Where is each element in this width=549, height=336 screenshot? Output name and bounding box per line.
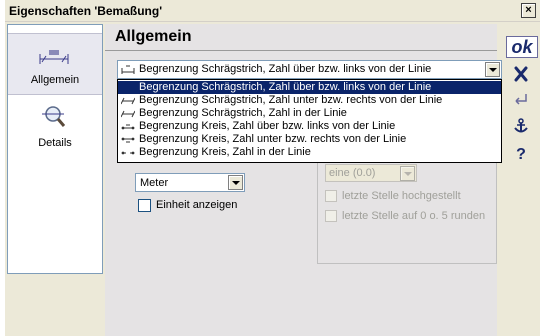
slash-dimension-icon xyxy=(121,97,135,105)
dropdown-button[interactable] xyxy=(400,166,415,181)
title-bar: Eigenschaften 'Bemaßung' × xyxy=(5,0,540,22)
help-button[interactable]: ? xyxy=(510,146,532,166)
circle-dimension-icon xyxy=(121,137,135,143)
dropdown-option[interactable]: Begrenzung Kreis, Zahl über bzw. links v… xyxy=(118,120,501,133)
round-label: letzte Stelle auf 0 o. 5 runden xyxy=(342,210,486,222)
superscript-label: letzte Stelle hochgestellt xyxy=(342,190,461,202)
circle-dimension-icon xyxy=(121,124,135,130)
superscript-checkbox[interactable] xyxy=(325,190,337,202)
dimension-style-icon xyxy=(121,65,135,74)
cancel-icon xyxy=(514,66,528,82)
dropdown-button[interactable] xyxy=(228,175,243,190)
enter-button[interactable] xyxy=(510,92,532,112)
window-title: Eigenschaften 'Bemaßung' xyxy=(9,4,163,18)
close-icon: × xyxy=(525,4,532,16)
help-icon: ? xyxy=(516,146,526,163)
circle-dimension-icon xyxy=(121,151,135,155)
slash-dimension-icon xyxy=(121,110,135,118)
show-unit-label: Einheit anzeigen xyxy=(156,199,238,211)
page-title: Allgemein xyxy=(115,28,192,45)
dropdown-option[interactable]: Begrenzung Kreis, Zahl in der Linie xyxy=(118,146,501,159)
sidebar-item-details[interactable]: Details xyxy=(8,97,102,159)
anchor-button[interactable] xyxy=(510,118,532,138)
anchor-icon xyxy=(514,118,528,133)
show-unit-checkbox[interactable] xyxy=(138,199,151,212)
sidebar-item-label: Details xyxy=(38,137,72,149)
dimension-style-value: Begrenzung Schrägstrich, Zahl über bzw. … xyxy=(139,63,432,75)
dimension-line-icon xyxy=(39,50,69,64)
sidebar-item-label: Allgemein xyxy=(30,74,80,86)
divider xyxy=(105,50,497,51)
dropdown-button[interactable] xyxy=(485,62,500,77)
content-panel: Allgemein Begrenzung Schrägstrich, Zahl … xyxy=(105,24,502,336)
magnifier-icon xyxy=(42,106,66,127)
dropdown-option[interactable]: Begrenzung Schrägstrich, Zahl in der Lin… xyxy=(118,107,501,120)
dropdown-option[interactable]: Begrenzung Kreis, Zahl unter bzw. rechts… xyxy=(118,133,501,146)
dimension-style-dropdown: Begrenzung Schrägstrich, Zahl über bzw. … xyxy=(117,79,502,163)
sidebar-item-allgemein[interactable]: Allgemein xyxy=(8,33,102,95)
sidebar: Allgemein Details xyxy=(7,24,103,274)
round-checkbox[interactable] xyxy=(325,210,337,222)
ok-button[interactable]: ok xyxy=(506,36,538,58)
dropdown-option[interactable]: Begrenzung Schrägstrich, Zahl unter bzw.… xyxy=(118,94,501,107)
dropdown-option[interactable]: Begrenzung Schrägstrich, Zahl über bzw. … xyxy=(118,81,501,94)
chevron-down-icon xyxy=(232,181,240,185)
enter-icon xyxy=(515,94,527,105)
unit-value: Meter xyxy=(140,177,169,189)
precision-select[interactable]: eine (0.0) xyxy=(325,164,417,182)
cancel-button[interactable] xyxy=(510,66,532,86)
precision-value: eine (0.0) xyxy=(329,167,376,179)
chevron-down-icon xyxy=(489,68,497,72)
chevron-down-icon xyxy=(404,172,412,176)
dimension-style-select[interactable]: Begrenzung Schrägstrich, Zahl über bzw. … xyxy=(117,60,502,79)
unit-select[interactable]: Meter xyxy=(135,173,245,192)
action-toolbar: ok ? xyxy=(502,24,540,336)
properties-dialog: Eigenschaften 'Bemaßung' × Allgemein Det… xyxy=(5,0,540,336)
close-button[interactable]: × xyxy=(521,3,536,18)
